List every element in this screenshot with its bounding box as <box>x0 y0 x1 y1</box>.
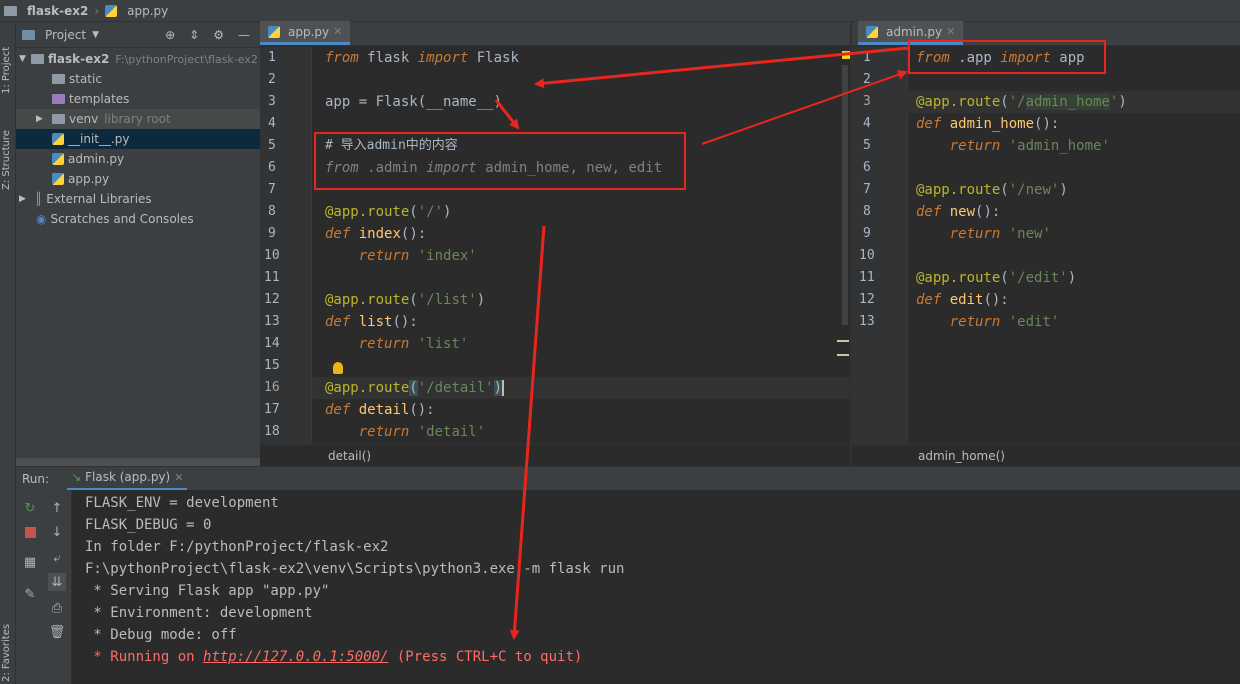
arrow-to-comment-box <box>494 99 520 130</box>
arrow-to-app-import <box>701 69 908 145</box>
annotation-arrows <box>494 46 909 640</box>
arrow-to-server-output <box>509 225 546 640</box>
arrow-to-flask-import <box>534 46 909 89</box>
